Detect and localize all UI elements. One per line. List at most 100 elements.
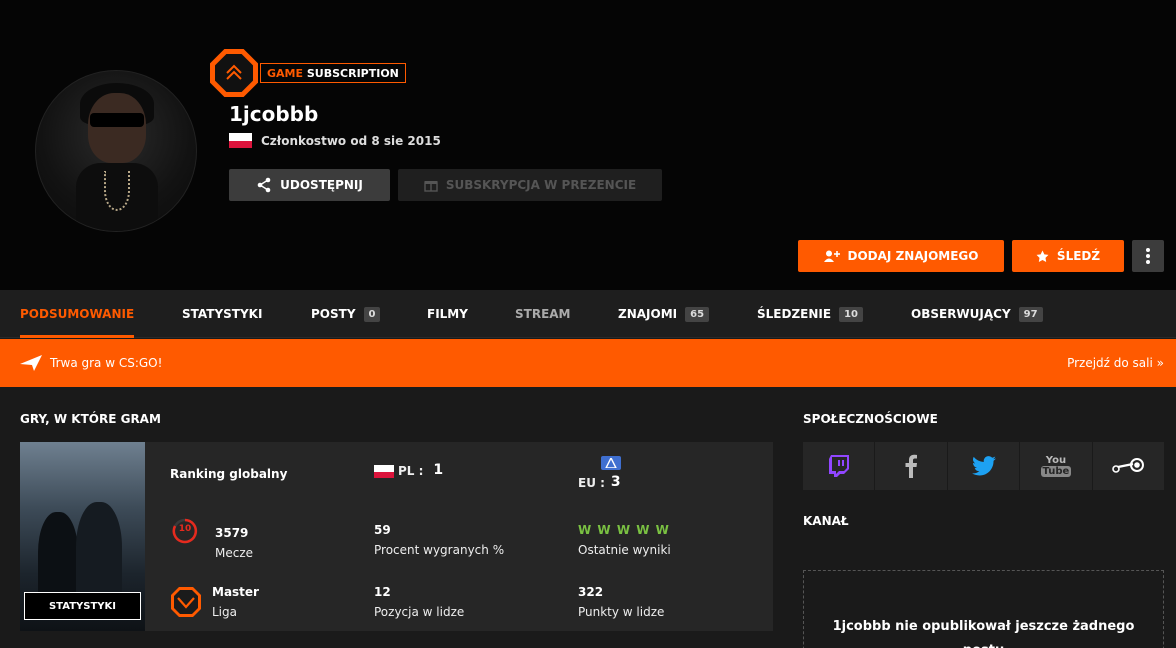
global-ranking-label: Ranking globalny — [170, 467, 287, 481]
social-section-title: SPOŁECZNOŚCIOWE — [803, 412, 938, 426]
add-user-icon — [823, 250, 840, 262]
tab-videos[interactable]: FILMY — [427, 290, 468, 338]
faceit-arrow-icon — [20, 355, 42, 371]
profile-tabs: PODSUMOWANIE STATYSTYKI POSTY 0 FILMY ST… — [0, 290, 1176, 338]
tab-count-badge: 10 — [839, 306, 863, 322]
channel-section-title: KANAŁ — [803, 514, 849, 528]
matches-label: Mecze — [215, 546, 254, 560]
twitter-link[interactable] — [947, 442, 1020, 490]
youtube-link[interactable]: You Tube — [1020, 442, 1092, 490]
game-stats-button[interactable]: STATYSTYKI — [24, 592, 141, 620]
recent-results-label: Ostatnie wyniki — [578, 543, 671, 557]
youtube-text-bottom: Tube — [1040, 466, 1072, 477]
badge-game-text: GAME — [267, 67, 304, 80]
win-percentage-stat: 59 Procent wygranych % — [374, 520, 504, 560]
empty-channel-message: 1jcobbb nie opublikował jeszcze żadnego … — [832, 619, 1135, 648]
win-pct-value: 59 — [374, 523, 391, 537]
tab-count-badge: 97 — [1018, 306, 1043, 322]
follow-label: ŚLEDŹ — [1056, 249, 1101, 263]
matches-value: 3579 — [215, 526, 249, 540]
poland-flag-icon — [229, 133, 252, 148]
social-links: You Tube — [803, 442, 1165, 490]
tab-posts[interactable]: POSTY 0 — [311, 290, 381, 338]
eu-rank-value: 3 — [610, 474, 621, 490]
league-label: Liga — [212, 605, 237, 619]
gift-label: SUBSKRYPCJA W PREZENCIE — [445, 178, 637, 192]
tab-summary[interactable]: PODSUMOWANIE — [20, 290, 135, 338]
youtube-icon: You Tube — [1040, 455, 1072, 477]
game-card-csgo: STATYSTYKI Ranking globalny PL : 1 EU : … — [20, 442, 773, 631]
add-friend-button[interactable]: DODAJ ZNAJOMEGO — [798, 240, 1004, 272]
league-points-value: 322 — [578, 585, 604, 599]
tab-label: ŚLEDZENIE — [757, 307, 832, 321]
now-playing-banner: Trwa gra w CS:GO! Przejdź do sali » — [0, 339, 1176, 387]
win-pct-label: Procent wygranych % — [374, 543, 505, 557]
username: 1jcobbb — [229, 102, 319, 126]
stats-button-label: STATYSTYKI — [48, 600, 116, 612]
league-points-label: Punkty w lidze — [578, 605, 665, 619]
csgo-cover-image[interactable]: STATYSTYKI — [20, 442, 145, 631]
eu-label: EU : — [578, 476, 605, 490]
subscription-label: GAME SUBSCRIPTION — [260, 63, 406, 83]
membership-info: Członkostwo od 8 sie 2015 — [229, 133, 441, 148]
skill-level-value: 10 — [178, 524, 192, 534]
share-icon — [256, 177, 272, 193]
kebab-menu-icon — [1146, 248, 1150, 264]
tab-count-badge: 0 — [363, 306, 381, 322]
member-since: Członkostwo od 8 sie 2015 — [261, 133, 441, 148]
now-playing-text: Trwa gra w CS:GO! — [50, 356, 163, 370]
league-points-stat: 322 Punkty w lidze — [578, 582, 664, 622]
league-stat: Master Liga — [212, 582, 259, 622]
twitter-icon — [971, 456, 996, 476]
facebook-link[interactable] — [875, 442, 947, 490]
tab-label: PODSUMOWANIE — [20, 307, 135, 321]
gift-subscription-button[interactable]: SUBSKRYPCJA W PREZENCIE — [398, 169, 662, 201]
recent-results-value: W W W W W — [578, 523, 670, 537]
profile-header: GAME SUBSCRIPTION 1jcobbb Członkostwo od… — [0, 0, 1176, 290]
tab-label: STATYSTYKI — [182, 307, 263, 321]
pl-ranking[interactable]: PL : 1 — [374, 462, 443, 478]
tab-friends[interactable]: ZNAJOMI 65 — [618, 290, 710, 338]
tab-label: ZNAJOMI — [618, 307, 678, 321]
league-icon — [170, 586, 202, 621]
games-section-title: GRY, W KTÓRE GRAM — [20, 412, 161, 426]
avatar[interactable] — [35, 70, 197, 232]
go-to-room-link[interactable]: Przejdź do sali » — [1067, 356, 1164, 370]
league-position-label: Pozycja w lidze — [374, 605, 465, 619]
steam-link[interactable] — [1092, 442, 1165, 490]
twitch-link[interactable] — [803, 442, 875, 490]
share-button[interactable]: UDOSTĘPNIJ — [229, 169, 390, 201]
channel-empty-state: 1jcobbb nie opublikował jeszcze żadnego … — [803, 570, 1164, 648]
tab-count-badge: 65 — [685, 306, 710, 322]
more-options-button[interactable] — [1132, 240, 1164, 272]
steam-icon — [1112, 458, 1145, 473]
pl-rank-value: 1 — [433, 462, 444, 478]
pl-label: PL : — [398, 464, 424, 478]
share-label: UDOSTĘPNIJ — [280, 178, 363, 192]
tab-statistics[interactable]: STATYSTYKI — [182, 290, 262, 338]
star-icon — [1036, 250, 1049, 263]
subscription-rank-icon — [210, 49, 258, 97]
twitch-icon — [828, 455, 849, 477]
tab-following[interactable]: ŚLEDZENIE 10 — [757, 290, 863, 338]
poland-flag-icon — [374, 465, 394, 478]
tab-stream[interactable]: STREAM — [515, 290, 571, 338]
tab-label: STREAM — [515, 307, 571, 321]
tab-label: POSTY — [311, 307, 356, 321]
recent-results-stat: W W W W W Ostatnie wyniki — [578, 520, 671, 560]
facebook-icon — [905, 454, 918, 478]
youtube-text-top: You — [1045, 455, 1067, 466]
game-subscription-badge[interactable]: GAME SUBSCRIPTION — [210, 49, 406, 97]
add-friend-label: DODAJ ZNAJOMEGO — [847, 249, 979, 263]
follow-button[interactable]: ŚLEDŹ — [1012, 240, 1124, 272]
league-position-stat: 12 Pozycja w lidze — [374, 582, 464, 622]
skill-level-icon: 10 — [172, 518, 198, 547]
league-value: Master — [212, 585, 259, 599]
tab-followers[interactable]: OBSERWUJĄCY 97 — [911, 290, 1043, 338]
matches-stat: 3579 Mecze — [215, 523, 253, 563]
gift-icon — [424, 178, 438, 192]
tab-label: FILMY — [427, 307, 468, 321]
tab-label: OBSERWUJĄCY — [911, 307, 1011, 321]
eu-ranking[interactable]: EU : 3 — [578, 456, 621, 490]
eu-region-icon — [601, 456, 621, 470]
